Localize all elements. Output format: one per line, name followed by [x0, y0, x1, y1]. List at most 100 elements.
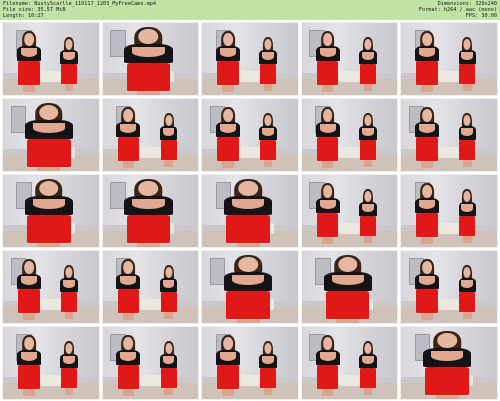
figure-chest	[262, 52, 275, 60]
figure-head	[322, 185, 333, 199]
figure-skirt	[459, 139, 476, 161]
figure-head	[422, 33, 433, 47]
person-figure	[313, 31, 342, 93]
figure-skirt	[260, 63, 277, 85]
person-figure	[120, 178, 177, 247]
figure-legs	[463, 236, 472, 243]
video-thumbnail	[101, 22, 200, 96]
person-figure	[158, 341, 179, 395]
header-left: Filename: BustyScarlle_110117_1203_MyFre…	[3, 1, 156, 19]
figure-head	[238, 256, 258, 273]
figure-chest	[63, 52, 75, 60]
figure-chest	[120, 352, 137, 361]
figure-skirt	[17, 365, 40, 390]
figure-chest	[132, 47, 165, 57]
figure-chest	[262, 356, 275, 364]
figure-chest	[361, 128, 374, 136]
thumbnail-grid	[2, 22, 498, 400]
metadata-header: Filename: BustyScarlle_110117_1203_MyFre…	[0, 0, 500, 20]
figure-chest	[319, 200, 336, 209]
figure-skirt	[60, 291, 77, 313]
figure-skirt	[316, 61, 339, 86]
video-thumbnail	[300, 326, 399, 400]
person-figure	[14, 31, 43, 93]
figure-chest	[63, 356, 75, 364]
video-thumbnail	[400, 22, 498, 96]
figure-head	[123, 261, 134, 275]
person-figure	[114, 259, 143, 321]
video-thumbnail	[2, 98, 100, 172]
person-figure	[457, 189, 478, 243]
figure-legs	[336, 318, 360, 323]
figure-skirt	[316, 137, 339, 162]
length-label: Length: 10:27	[3, 13, 44, 19]
figure-chest	[262, 128, 275, 136]
figure-chest	[232, 199, 265, 209]
figure-legs	[263, 388, 273, 395]
figure-skirt	[459, 215, 476, 237]
person-figure	[20, 102, 77, 171]
person-figure	[14, 259, 43, 321]
person-figure	[20, 178, 77, 247]
person-figure	[58, 341, 79, 395]
figure-head	[23, 337, 34, 351]
person-figure	[158, 113, 179, 167]
figure-chest	[219, 48, 236, 57]
person-figure	[313, 107, 342, 169]
figure-chest	[461, 204, 474, 212]
figure-skirt	[260, 367, 277, 389]
figure-legs	[222, 161, 234, 169]
figure-skirt	[316, 365, 339, 390]
figure-skirt	[325, 290, 370, 319]
person-figure	[258, 341, 279, 395]
figure-skirt	[226, 214, 270, 243]
person-figure	[419, 330, 476, 399]
video-thumbnail	[2, 174, 100, 248]
figure-head	[23, 33, 34, 47]
figure-skirt	[217, 61, 239, 86]
figure-skirt	[117, 137, 140, 162]
person-figure	[413, 259, 442, 321]
person-figure	[457, 113, 478, 167]
figure-head	[437, 332, 458, 349]
video-thumbnail	[2, 326, 100, 400]
figure-skirt	[226, 290, 270, 319]
figure-skirt	[160, 139, 177, 161]
figure-chest	[232, 275, 265, 285]
figure-chest	[162, 128, 175, 136]
video-thumbnail	[400, 250, 498, 324]
figure-head	[422, 185, 433, 199]
person-figure	[357, 341, 378, 395]
figure-legs	[122, 161, 135, 169]
person-figure	[313, 183, 342, 245]
figure-legs	[37, 242, 61, 247]
figure-legs	[37, 166, 61, 171]
figure-skirt	[416, 289, 439, 314]
video-thumbnail	[201, 326, 299, 400]
figure-legs	[321, 237, 334, 245]
video-thumbnail	[400, 98, 498, 172]
person-figure	[158, 265, 179, 319]
person-figure	[413, 183, 442, 245]
figure-skirt	[359, 63, 376, 85]
video-thumbnail	[201, 174, 299, 248]
video-thumbnail	[300, 22, 399, 96]
figure-legs	[137, 242, 160, 247]
person-figure	[120, 26, 177, 95]
figure-head	[223, 337, 233, 351]
figure-legs	[321, 389, 334, 397]
figure-legs	[23, 313, 35, 321]
figure-legs	[122, 313, 135, 321]
video-thumbnail	[201, 250, 299, 324]
figure-legs	[421, 313, 433, 321]
figure-legs	[263, 84, 273, 91]
figure-legs	[64, 312, 74, 319]
figure-skirt	[27, 138, 71, 167]
video-thumbnail	[101, 250, 200, 324]
figure-chest	[461, 128, 474, 136]
person-figure	[58, 37, 79, 91]
person-figure	[313, 335, 342, 397]
figure-chest	[361, 356, 374, 364]
figure-legs	[263, 160, 273, 167]
figure-chest	[162, 280, 175, 288]
